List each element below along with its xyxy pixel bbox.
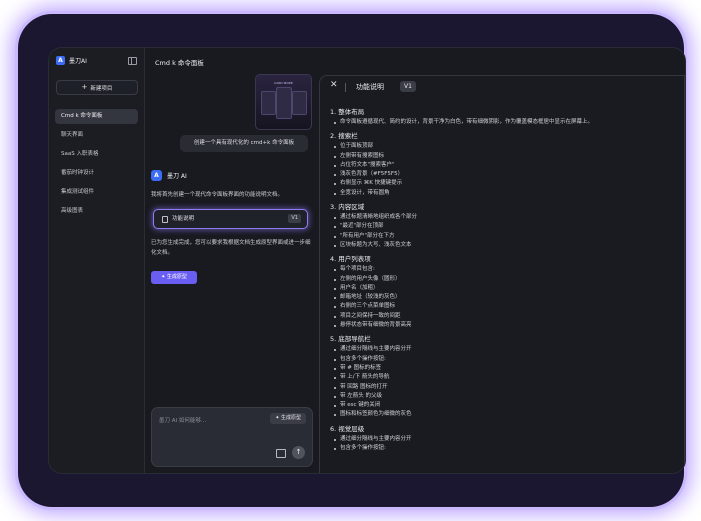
sidebar-item-test[interactable]: 集成测试组件 — [55, 185, 138, 200]
sidebar-item-saas[interactable]: SaaS 入职表格 — [55, 147, 138, 162]
new-project-button[interactable]: + 新建项目 — [56, 80, 138, 95]
main-content: Cmd k 命令面板 CARD MODE 创建一个具有现代化的 cmd+k 命令… — [145, 48, 685, 473]
chat-column: CARD MODE 创建一个具有现代化的 cmd+k 命令面板 A 墨刀 AI … — [145, 73, 318, 473]
section-bullet: 用户名（加粗） — [330, 284, 675, 293]
sidebar-item-charts[interactable]: 高级图表 — [55, 204, 138, 219]
section-bullet: 占位符文本"搜索客户" — [330, 161, 675, 170]
sidebar-item-chat[interactable]: 聊天界面 — [55, 128, 138, 143]
section-bullet: 位于面板顶部 — [330, 142, 675, 151]
section-title: 6. 视觉层级 — [330, 424, 365, 433]
ai-header: A 墨刀 AI — [151, 170, 187, 181]
ai-followup-message: 已为您生成完成，您可以要求我根据文档生成原型界面或进一步细化文档。 — [151, 240, 311, 256]
section-bullet: 通过细分隔线与主要内容分开 — [330, 435, 675, 444]
section-bullet: 左侧带有搜索图标 — [330, 152, 675, 161]
document-label: 功能说明 — [172, 216, 195, 222]
document-body: 1. 整体布局命令面板遵循现代、简约的设计，背景干净为白色，带有细微阴影，作为覆… — [330, 103, 675, 453]
generate-type-button[interactable]: ✦ 生成原型 — [270, 413, 306, 424]
section-bullet: 带 左箭头 的父级 — [330, 392, 675, 401]
sidebar-toggle-icon[interactable] — [128, 57, 137, 65]
section-bullet: 每个项目包含: — [330, 265, 675, 274]
section-bullet: 图标和标签颜色为细微的灰色 — [330, 410, 675, 419]
panel-title: 功能说明 — [356, 83, 384, 91]
section-title: 2. 搜索栏 — [330, 132, 358, 141]
section-bullet: 悬停状态带有细微的背景高亮 — [330, 321, 675, 330]
panel-version-badge[interactable]: V1 — [400, 81, 416, 92]
section-bullet: 通过标题清晰地组织成各个部分 — [330, 213, 675, 222]
thumb-card — [292, 91, 307, 115]
document-panel: ✕ 功能说明 V1 1. 整体布局命令面板遵循现代、简约的设计，背景干净为白色，… — [319, 75, 685, 473]
generate-prototype-label: 生成原型 — [166, 274, 187, 280]
sidebar-item-cmdk[interactable]: Cmd k 命令面板 — [55, 109, 138, 124]
document-card[interactable]: 功能说明 V1 — [153, 209, 308, 229]
section-title: 3. 内容区域 — [330, 203, 365, 212]
section-bullet: 右侧的三个点菜单图标 — [330, 302, 675, 311]
arrow-up-icon: ↑ — [295, 448, 302, 456]
send-button[interactable]: ↑ — [292, 446, 305, 459]
thumbnail-title: CARD MODE — [274, 81, 293, 85]
section-bullet: 包含多个操作按钮: — [330, 444, 675, 453]
section-bullet: "所有用户"部分在下方 — [330, 232, 675, 241]
panel-header: ✕ 功能说明 V1 — [320, 76, 684, 98]
section-bullet: 带 # 图标的标签 — [330, 364, 675, 373]
thumb-card — [261, 91, 276, 115]
section-bullet: 区块标题为大写、浅灰色文本 — [330, 241, 675, 250]
document-icon — [162, 216, 168, 223]
section-title: 4. 用户列表项 — [330, 255, 371, 264]
divider — [345, 83, 346, 92]
app-window: A 墨刀AI + 新建项目 Cmd k 命令面板 聊天界面 SaaS 入职表格 … — [48, 47, 686, 474]
close-icon[interactable]: ✕ — [330, 80, 338, 90]
app-name: 墨刀AI — [69, 58, 87, 65]
section-bullet: 右侧显示 ⌘K 快捷键提示 — [330, 179, 675, 188]
sidebar-item-pomodoro[interactable]: 番茄时钟设计 — [55, 166, 138, 181]
section-title: 1. 整体布局 — [330, 108, 365, 116]
section-bullet: 左侧的用户头像（圆形） — [330, 275, 675, 284]
image-upload-icon[interactable] — [276, 449, 286, 458]
prototype-thumbnail[interactable]: CARD MODE — [255, 74, 312, 130]
new-project-label: 新建项目 — [90, 85, 113, 92]
generate-type-label: 生成原型 — [280, 415, 301, 421]
message-composer: 墨刀 AI 如何能够… ✦ 生成原型 ↑ — [151, 407, 313, 467]
section-bullet: 带 esc 键的关闭 — [330, 401, 675, 410]
thumb-card — [276, 87, 292, 119]
ai-logo-icon: A — [151, 170, 162, 181]
page-title: Cmd k 命令面板 — [155, 59, 204, 67]
document-version-badge: V1 — [288, 214, 301, 223]
section-bullet: 邮箱地址（较浅的灰色） — [330, 293, 675, 302]
section-bullet: 包含多个操作按钮: — [330, 355, 675, 364]
ai-name: 墨刀 AI — [167, 173, 187, 180]
project-list: Cmd k 命令面板 聊天界面 SaaS 入职表格 番茄时钟设计 集成测试组件 … — [55, 109, 138, 223]
plus-icon: + — [81, 83, 88, 91]
ai-message: 我将首先创建一个现代命令面板界面的功能说明文档。 — [151, 192, 284, 198]
section-title: 5. 底部导航栏 — [330, 335, 371, 344]
logo-icon: A — [56, 56, 65, 65]
generate-prototype-button[interactable]: ✦ 生成原型 — [151, 271, 197, 284]
section-bullet: 带 上/下 箭头的导航 — [330, 373, 675, 382]
section-bullet: 项目之间保持一致的间距 — [330, 312, 675, 321]
composer-input[interactable]: 墨刀 AI 如何能够… — [159, 416, 206, 424]
section-bullet: 通过细分隔线与主要内容分开 — [330, 345, 675, 354]
section-bullet: 浅灰色背景（#F5F5F5） — [330, 170, 675, 179]
section-bullet: 带 回路 图标的打开 — [330, 383, 675, 392]
section-bullet: 命令面板遵循现代、简约的设计，背景干净为白色，带有细微阴影，作为覆盖模态框居中显… — [330, 118, 675, 127]
user-message: 创建一个具有现代化的 cmd+k 命令面板 — [180, 135, 308, 152]
section-bullet: 全宽设计，带有圆角 — [330, 189, 675, 198]
section-bullet: "最近"部分在顶部 — [330, 222, 675, 231]
sidebar: A 墨刀AI + 新建项目 Cmd k 命令面板 聊天界面 SaaS 入职表格 … — [49, 48, 145, 473]
app-logo[interactable]: A 墨刀AI — [56, 56, 87, 65]
